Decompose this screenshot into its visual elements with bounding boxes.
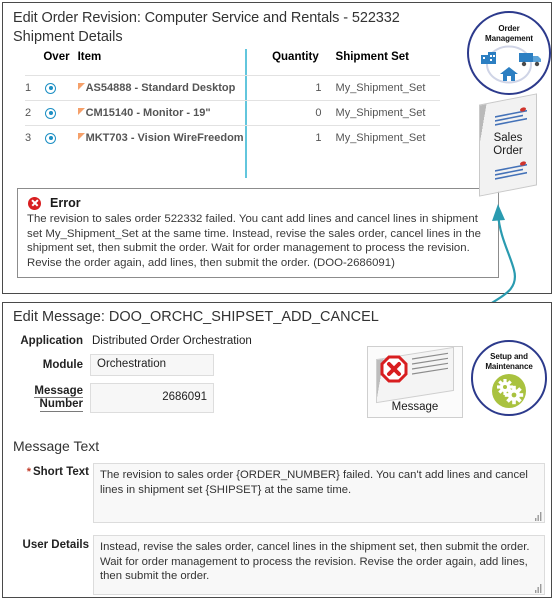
edit-message-title: Edit Message: DOO_ORCHC_SHIPSET_ADD_CANC… [13, 309, 379, 325]
order-management-badge-label: Order Management [469, 24, 549, 43]
table-row[interactable]: 2 CM15140 - Monitor - 19" 0 My_Shipment_… [25, 100, 440, 126]
message-doc-label: Message [391, 401, 439, 413]
error-header: Error [28, 196, 490, 210]
application-label: Application [20, 335, 83, 347]
shipment-details-table: Over Item Quantity Shipment Set 1 AS5488… [25, 49, 440, 150]
message-number-label: Message Number [13, 385, 83, 412]
supply-chain-svg [481, 45, 541, 84]
item-label: CM15140 - Monitor - 19" [85, 107, 211, 119]
over-cell[interactable] [41, 125, 74, 150]
quantity-cell: 1 [268, 75, 328, 101]
row-index: 2 [25, 100, 42, 126]
application-value: Distributed Order Orchestration [92, 335, 252, 347]
screenshot-root: Edit Order Revision: Computer Service an… [0, 0, 554, 600]
short-text-label-text: Short Text [32, 466, 89, 478]
short-text-label: * Short Text [11, 466, 89, 478]
table-body: 1 AS54888 - Standard Desktop 1 My_Shipme… [25, 75, 440, 150]
gears-icon [492, 374, 526, 408]
orange-corner-flag-icon [77, 83, 85, 90]
table-row[interactable]: 1 AS54888 - Standard Desktop 1 My_Shipme… [25, 75, 440, 101]
order-management-artwork [469, 45, 549, 85]
module-row: Module Orchestration [13, 354, 214, 376]
radio-selected-icon[interactable] [45, 107, 57, 119]
user-details-value: Instead, revise the sales order, cancel … [100, 541, 530, 582]
truck-icon [519, 53, 541, 67]
user-details-field[interactable]: Instead, revise the sales order, cancel … [93, 535, 545, 595]
th-shipment-set[interactable]: Shipment Set [328, 49, 440, 76]
table-row[interactable]: 3 MKT703 - Vision WireFreedom 1 My_Shipm… [25, 125, 440, 150]
shipment-set-cell: My_Shipment_Set [327, 75, 440, 101]
quantity-cell: 0 [268, 100, 328, 126]
required-asterisk: * [26, 466, 31, 478]
resize-grip-icon[interactable] [533, 584, 542, 593]
table-header: Over Item Quantity Shipment Set [25, 49, 440, 76]
module-label: Module [42, 359, 83, 372]
th-item[interactable]: Item [74, 49, 269, 76]
orange-corner-flag-icon [77, 108, 85, 115]
message-document-icon: Message [367, 346, 463, 418]
message-text-heading: Message Text [13, 438, 100, 454]
quantity-cell: 1 [268, 125, 328, 150]
radio-selected-icon[interactable] [45, 82, 57, 94]
radio-selected-icon[interactable] [45, 132, 57, 144]
row-index: 3 [25, 125, 42, 150]
item-cell: MKT703 - Vision WireFreedom [73, 125, 269, 150]
item-label: AS54888 - Standard Desktop [85, 82, 236, 94]
message-number-label-line1: Message [34, 384, 83, 398]
setup-maintenance-badge-label: Setup and Maintenance [473, 352, 545, 371]
orange-corner-flag-icon [77, 133, 85, 140]
setup-maintenance-badge: Setup and Maintenance [471, 340, 547, 416]
badge-label-line2: Management [485, 33, 533, 43]
application-row: Application Distributed Order Orchestrati… [13, 335, 252, 347]
edit-message-panel: Edit Message: DOO_ORCHC_SHIPSET_ADD_CANC… [2, 302, 552, 598]
short-text-field[interactable]: The revision to sales order {ORDER_NUMBE… [93, 463, 545, 523]
user-details-label: User Details [22, 539, 89, 551]
doc-label-line1: Sales [493, 132, 523, 144]
badge-label-line2: Maintenance [485, 361, 533, 371]
message-number-row: Message Number 2686091 [13, 383, 214, 413]
error-text: The revision to sales order 522332 faile… [27, 213, 481, 269]
message-doc-svg [380, 352, 448, 383]
table-header-row: Over Item Quantity Shipment Set [25, 49, 440, 76]
error-octagon-x-icon [380, 355, 408, 383]
th-row-index [25, 49, 41, 76]
item-cell: AS54888 - Standard Desktop [73, 75, 269, 101]
gears-svg [497, 379, 524, 405]
factory-icon [481, 52, 496, 64]
message-number-label-line2: Number [39, 398, 83, 412]
over-cell[interactable] [41, 75, 74, 101]
shipment-set-cell: My_Shipment_Set [327, 125, 440, 150]
short-text-value: The revision to sales order {ORDER_NUMBE… [100, 469, 528, 496]
sales-order-label: Sales Order [479, 132, 537, 158]
doc-label-line2: Order [493, 145, 523, 157]
badge-label-line1: Setup and [490, 352, 528, 361]
item-label: MKT703 - Vision WireFreedom [85, 132, 244, 144]
th-over[interactable]: Over [41, 49, 73, 76]
order-management-badge: Order Management [467, 11, 551, 95]
error-message-box: Error The revision to sales order 522332… [17, 188, 499, 278]
error-title: Error [50, 196, 81, 210]
order-revision-panel: Edit Order Revision: Computer Service an… [2, 2, 552, 294]
shipment-set-cell: My_Shipment_Set [327, 100, 440, 126]
error-circle-x-icon [28, 196, 41, 210]
over-cell[interactable] [41, 100, 74, 126]
module-field[interactable]: Orchestration [90, 354, 214, 376]
th-quantity[interactable]: Quantity [268, 49, 327, 76]
item-cell: CM15140 - Monitor - 19" [73, 100, 269, 126]
badge-label-line1: Order [498, 24, 520, 33]
row-index: 1 [25, 75, 42, 101]
house-icon [500, 67, 518, 81]
resize-grip-icon[interactable] [533, 512, 542, 521]
sales-order-document-icon: Sales Order [479, 93, 537, 197]
message-number-field[interactable]: 2686091 [90, 383, 214, 413]
page-title: Edit Order Revision: Computer Service an… [13, 10, 400, 26]
page-subtitle: Shipment Details [13, 29, 123, 45]
